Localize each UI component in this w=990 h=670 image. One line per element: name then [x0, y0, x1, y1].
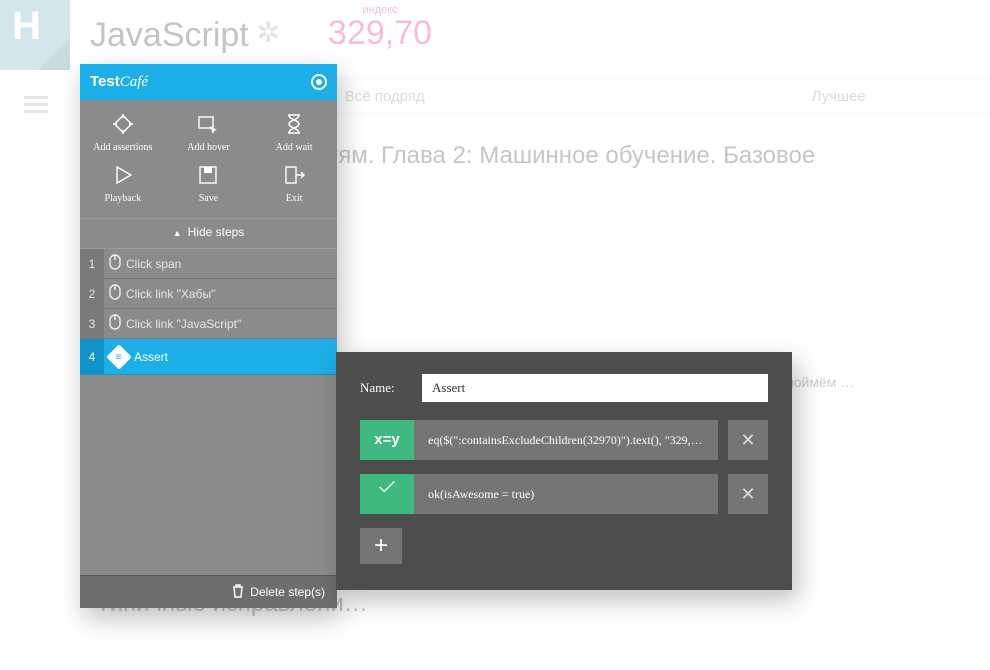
delete-steps-button[interactable]: Delete step(s) [80, 575, 337, 608]
record-indicator-icon[interactable] [311, 74, 327, 90]
step-label: Click link "Хабы" [126, 287, 215, 301]
step-row[interactable]: 1 Click span [80, 249, 337, 279]
assertion-text[interactable]: ok(isAwesome = true) [414, 474, 718, 514]
close-icon: ✕ [740, 430, 755, 451]
tool-label: Add hover [187, 142, 230, 153]
mouse-icon [104, 284, 126, 303]
tool-label: Save [199, 193, 218, 204]
hide-steps-toggle[interactable]: ▲Hide steps [80, 218, 337, 248]
exit-icon [282, 163, 306, 187]
add-hover-icon [196, 112, 220, 136]
assertion-text[interactable]: eq($(":containsExcludeChildren(32970)").… [414, 420, 718, 460]
add-assertion-button[interactable]: + [360, 528, 402, 564]
add-hover-button[interactable]: Add hover [173, 112, 243, 153]
add-assertions-button[interactable]: Add assertions [88, 112, 158, 153]
delete-assertion-button[interactable]: ✕ [728, 474, 768, 514]
save-button[interactable]: Save [173, 163, 243, 204]
panel-toolbar: Add assertions Add hover Add wait Pla [80, 100, 337, 218]
step-label: Click link "JavaScript" [126, 317, 241, 331]
step-row[interactable]: 2 Click link "Хабы" [80, 279, 337, 309]
add-wait-button[interactable]: Add wait [259, 112, 329, 153]
tab-best[interactable]: Лучшее [687, 79, 990, 113]
save-icon [196, 163, 220, 187]
page-title: JavaScript ✲ [90, 18, 280, 52]
eq-icon: x=y [360, 420, 414, 460]
step-number: 4 [80, 339, 104, 374]
testcafe-panel: TestCafé Add assertions Add hover [80, 64, 337, 608]
check-icon [360, 474, 414, 514]
index-badge: индекс 329,70 [328, 4, 432, 50]
panel-header: TestCafé [80, 64, 337, 100]
step-row-active[interactable]: 4 ≡ Assert [80, 339, 337, 375]
step-label: Click span [126, 257, 181, 271]
tool-label: Add assertions [93, 142, 152, 153]
assertion-row: ok(isAwesome = true) ✕ [360, 474, 768, 514]
tool-label: Exit [286, 193, 303, 204]
tool-label: Add wait [276, 142, 313, 153]
step-detail-panel: Name: x=y eq($(":containsExcludeChildren… [336, 352, 792, 590]
assertion-row: x=y eq($(":containsExcludeChildren(32970… [360, 420, 768, 460]
close-icon: ✕ [740, 484, 755, 505]
step-label: Assert [134, 350, 168, 364]
mouse-icon [104, 314, 126, 333]
step-number: 3 [80, 309, 104, 338]
testcafe-logo: TestCafé [90, 73, 148, 91]
site-logo: H [0, 0, 70, 70]
steps-list: 1 Click span 2 Click link "Хабы" 3 Click… [80, 248, 337, 375]
add-assertions-icon [111, 112, 135, 136]
name-label: Name: [360, 380, 408, 396]
tool-label: Playback [105, 193, 142, 204]
playback-icon [111, 163, 135, 187]
delete-assertion-button[interactable]: ✕ [728, 420, 768, 460]
playback-button[interactable]: Playback [88, 163, 158, 204]
chevron-up-icon: ▲ [173, 228, 182, 238]
trash-icon [232, 584, 244, 598]
exit-button[interactable]: Exit [259, 163, 329, 204]
assert-icon: ≡ [106, 344, 131, 369]
step-number: 1 [80, 249, 104, 278]
add-wait-icon [282, 112, 306, 136]
mouse-icon [104, 254, 126, 273]
menu-icon[interactable] [24, 92, 48, 117]
step-name-input[interactable] [422, 374, 768, 402]
step-number: 2 [80, 279, 104, 308]
step-row[interactable]: 3 Click link "JavaScript" [80, 309, 337, 339]
